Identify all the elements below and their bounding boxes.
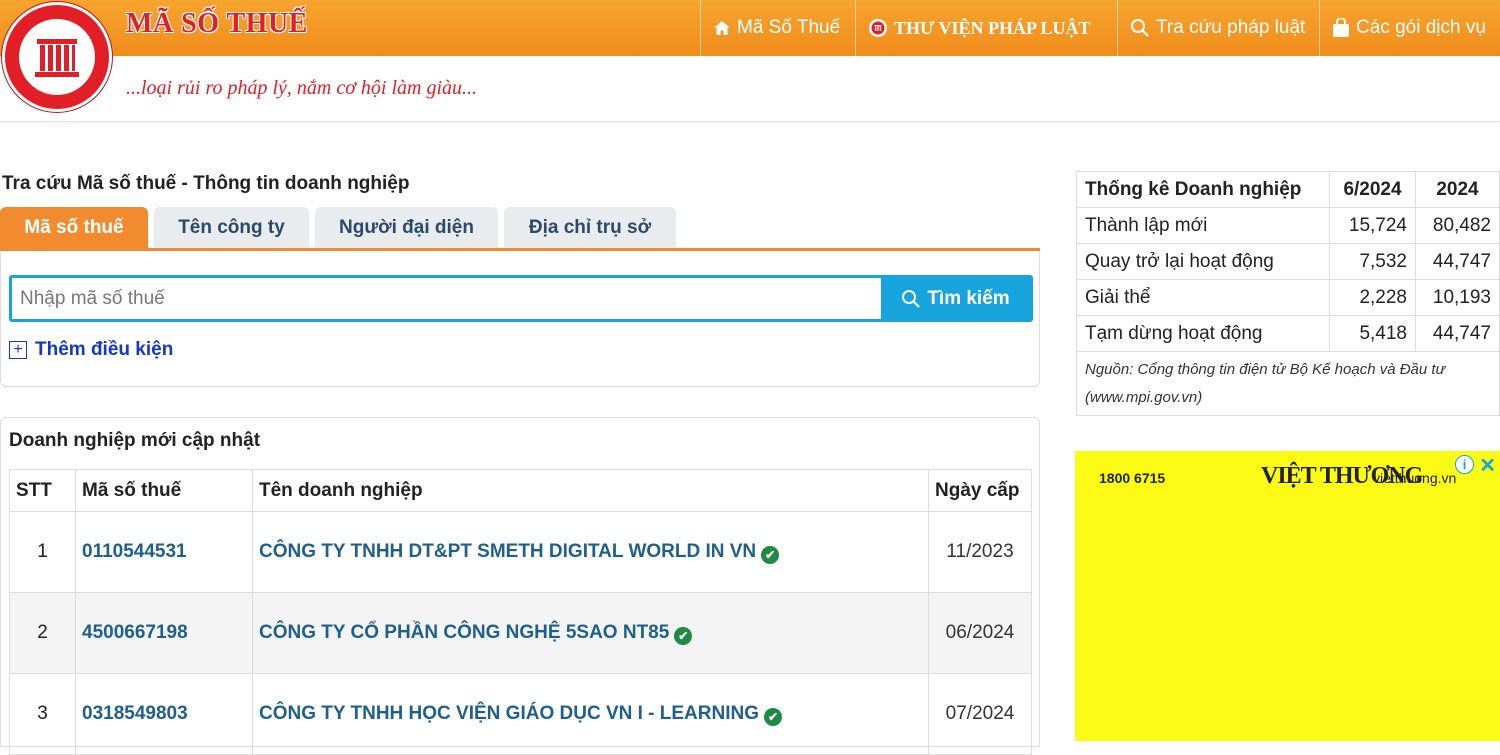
row-stt: 2 — [9, 592, 76, 674]
stats-row-month-value: 15,724 — [1329, 207, 1416, 244]
stats-source-row: Nguồn: Cổng thông tin điện tử Bộ Kế hoạc… — [1076, 351, 1500, 416]
business-stats-table: Thống kê Doanh nghiệp 6/2024 2024 Thành … — [1076, 171, 1500, 416]
add-condition-label: Thêm điều kiện — [35, 339, 174, 360]
row-tax-code-link[interactable]: 4500667198 — [75, 592, 253, 674]
nav-item-label: Mã Số Thuế — [737, 17, 841, 38]
stats-row-month-value: 7,532 — [1329, 243, 1416, 280]
column-header-tax-code: Mã số thuế — [75, 469, 253, 512]
stats-row-label: Thành lập mới — [1076, 207, 1330, 244]
tab-ten-cong-ty[interactable]: Tên công ty — [154, 207, 309, 248]
row-stt: 1 — [9, 511, 76, 593]
stats-row-label: Quay trở lại hoạt động — [1076, 243, 1330, 280]
pillar-logo-icon — [35, 39, 79, 77]
row-issue-date: 06/2024 — [928, 592, 1032, 674]
search-section-title: Tra cứu Mã số thuế - Thông tin doanh ngh… — [2, 173, 410, 194]
column-header-stt: STT — [9, 469, 76, 512]
plus-icon: + — [9, 341, 27, 359]
stats-row-year-value: 80,482 — [1415, 207, 1500, 244]
nav-item-cac-goi-dich-vu[interactable]: Các gói dịch vụ — [1319, 0, 1500, 56]
search-box: Tìm kiếm — [9, 275, 1033, 322]
tab-nguoi-dai-dien[interactable]: Người đại diện — [315, 207, 498, 248]
new-companies-title: Doanh nghiệp mới cập nhật — [9, 430, 261, 451]
row-company-name-cell: CÔNG TY TNHH DT&PT SMETH DIGITAL WORLD I… — [252, 511, 929, 593]
search-button[interactable]: Tìm kiếm — [881, 278, 1030, 319]
row-stt: 3 — [9, 673, 76, 755]
row-company-name-link[interactable]: CÔNG TY TNHH DT&PT SMETH DIGITAL WORLD I… — [259, 541, 756, 562]
stats-source-note: Nguồn: Cổng thông tin điện tử Bộ Kế hoạc… — [1076, 351, 1500, 416]
row-company-name-cell: CÔNG TY CỔ PHẦN CÔNG NGHỆ 5SAO NT85 ✔ — [252, 592, 929, 674]
row-issue-date: 07/2024 — [928, 673, 1032, 755]
row-company-name-link[interactable]: CÔNG TY TNHH HỌC VIỆN GIÁO DỤC VN I - LE… — [259, 703, 759, 724]
advertisement-banner[interactable]: 1800 6715 VIỆT THƯƠNG vietthuong.vn i ✕ — [1075, 451, 1500, 741]
nav-item-label: Tra cứu pháp luật — [1156, 17, 1306, 38]
table-header-row: STT Mã số thuế Tên doanh nghiệp Ngày cấp — [9, 469, 1032, 512]
stats-row-year-value: 10,193 — [1415, 279, 1500, 316]
table-row: 1 0110544531 CÔNG TY TNHH DT&PT SMETH DI… — [9, 511, 1032, 593]
site-header: MÃ SỐ THUẾ ...loại rủi ro pháp lý, nắm c… — [0, 0, 1500, 122]
stats-row-month-value: 2,228 — [1329, 279, 1416, 316]
new-companies-card: Doanh nghiệp mới cập nhật STT Mã số thuế… — [0, 417, 1040, 755]
tax-code-input[interactable] — [12, 278, 881, 319]
stats-header-row: Thống kê Doanh nghiệp 6/2024 2024 — [1076, 171, 1500, 208]
stats-header-year: 2024 — [1415, 171, 1500, 208]
site-title[interactable]: MÃ SỐ THUẾ — [126, 8, 308, 40]
library-logo-icon — [868, 18, 888, 38]
column-header-company-name: Tên doanh nghiệp — [252, 469, 929, 512]
row-company-name-link[interactable]: CÔNG TY CỔ PHẦN CÔNG NGHỆ 5SAO NT85 — [259, 622, 669, 643]
stats-row-year-value: 44,747 — [1415, 243, 1500, 280]
verified-check-icon: ✔ — [761, 545, 780, 564]
search-icon — [901, 289, 921, 309]
table-row: 2 4500667198 CÔNG TY CỔ PHẦN CÔNG NGHỆ 5… — [9, 592, 1032, 674]
stats-row-label: Tạm dừng hoạt động — [1076, 315, 1330, 352]
search-icon — [1130, 18, 1150, 38]
main-nav: Mã Số Thuế THƯ VIỆN PHÁP LUẬT Tra cứu ph… — [700, 0, 1500, 56]
home-icon — [713, 19, 731, 37]
ad-website: vietthuong.vn — [1373, 470, 1457, 486]
stats-row: Giải thể 2,228 10,193 — [1076, 279, 1500, 316]
search-tabs: Mã số thuế Tên công ty Người đại diện Đị… — [0, 207, 1040, 251]
nav-item-thu-vien-phap-luat[interactable]: THƯ VIỆN PHÁP LUẬT — [855, 0, 1117, 56]
row-tax-code-link[interactable]: 0318549803 — [75, 673, 253, 755]
column-header-issue-date: Ngày cấp — [928, 469, 1032, 512]
table-row: 3 0318549803 CÔNG TY TNHH HỌC VIỆN GIÁO … — [9, 673, 1032, 755]
stats-row: Tạm dừng hoạt động 5,418 44,747 — [1076, 315, 1500, 352]
search-card: Tìm kiếm + Thêm điều kiện — [0, 251, 1040, 387]
row-company-name-cell: CÔNG TY TNHH HỌC VIỆN GIÁO DỤC VN I - LE… — [252, 673, 929, 755]
stats-row: Quay trở lại hoạt động 7,532 44,747 — [1076, 243, 1500, 280]
nav-item-ma-so-thue[interactable]: Mã Số Thuế — [700, 0, 855, 56]
site-slogan: ...loại rủi ro pháp lý, nắm cơ hội làm g… — [126, 77, 478, 99]
stats-row: Thành lập mới 15,724 80,482 — [1076, 207, 1500, 244]
new-companies-table: STT Mã số thuế Tên doanh nghiệp Ngày cấp… — [9, 469, 1032, 755]
tab-ma-so-thue[interactable]: Mã số thuế — [0, 207, 148, 248]
stats-row-month-value: 5,418 — [1329, 315, 1416, 352]
ad-info-icon[interactable]: i — [1455, 455, 1474, 474]
nav-item-label: THƯ VIỆN PHÁP LUẬT — [894, 17, 1091, 38]
ad-close-icon[interactable]: ✕ — [1479, 453, 1496, 478]
nav-item-tra-cuu-phap-luat[interactable]: Tra cứu pháp luật — [1117, 0, 1319, 56]
stats-row-label: Giải thể — [1076, 279, 1330, 316]
stats-header-title: Thống kê Doanh nghiệp — [1076, 171, 1330, 208]
verified-check-icon: ✔ — [674, 626, 693, 645]
row-issue-date: 11/2023 — [928, 511, 1032, 593]
ad-phone-number: 1800 6715 — [1099, 470, 1166, 486]
nav-item-label: Các gói dịch vụ — [1356, 17, 1486, 38]
add-condition-link[interactable]: + Thêm điều kiện — [9, 339, 173, 361]
search-button-label: Tìm kiếm — [927, 287, 1010, 309]
stats-row-year-value: 44,747 — [1415, 315, 1500, 352]
stats-header-month: 6/2024 — [1329, 171, 1416, 208]
verified-check-icon: ✔ — [764, 707, 783, 726]
tab-dia-chi-tru-so[interactable]: Địa chỉ trụ sở — [504, 207, 676, 248]
site-logo[interactable] — [2, 2, 112, 112]
bag-icon — [1332, 18, 1350, 38]
row-tax-code-link[interactable]: 0110544531 — [75, 511, 253, 593]
